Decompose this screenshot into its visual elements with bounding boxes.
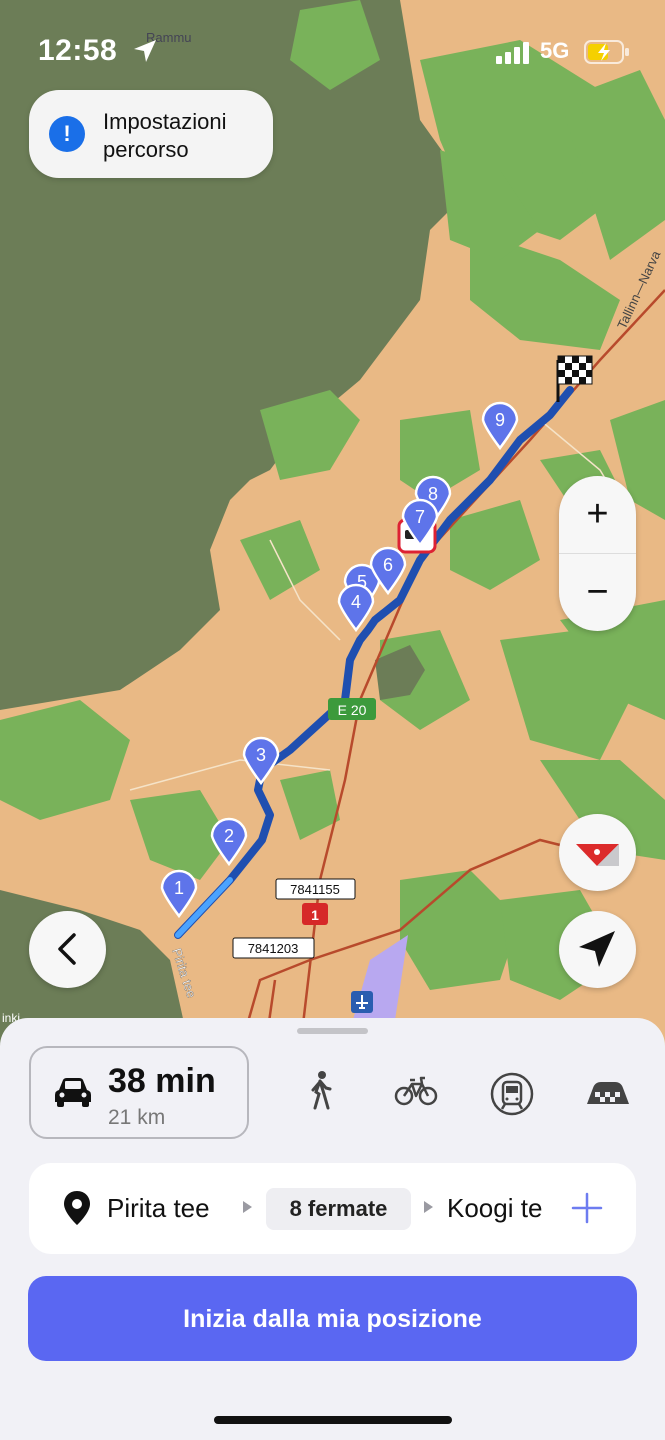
location-services-icon bbox=[134, 40, 156, 62]
taxi-icon[interactable] bbox=[585, 1080, 631, 1106]
mode-car-card[interactable]: 38 min 21 km bbox=[29, 1046, 249, 1139]
zoom-out-button[interactable]: − bbox=[559, 554, 636, 631]
route-summary-row[interactable]: Pirita tee 8 fermate Koogi te bbox=[29, 1163, 636, 1254]
road-badge-e20: E 20 bbox=[338, 702, 367, 718]
compass-icon bbox=[576, 844, 619, 866]
road-badge-7841155: 7841155 bbox=[290, 882, 340, 897]
road-badge-7841203: 7841203 bbox=[248, 941, 299, 956]
car-icon bbox=[55, 1078, 91, 1107]
waypoint-number: 7 bbox=[415, 507, 425, 527]
route-stops-badge[interactable]: 8 fermate bbox=[266, 1188, 411, 1230]
chevron-right-icon bbox=[424, 1201, 433, 1213]
start-navigation-button[interactable]: Inizia dalla mia posizione bbox=[28, 1276, 637, 1361]
travel-duration: 38 min bbox=[108, 1062, 216, 1100]
waypoint-number: 1 bbox=[174, 878, 184, 898]
route-destination[interactable]: Koogi te bbox=[447, 1193, 542, 1224]
battery-charging-icon bbox=[584, 40, 629, 64]
zoom-in-button[interactable]: + bbox=[559, 476, 636, 553]
home-indicator bbox=[214, 1416, 452, 1424]
bike-icon[interactable] bbox=[394, 1070, 438, 1110]
status-time: 12:58 bbox=[38, 34, 118, 67]
sheet-drag-handle[interactable] bbox=[297, 1028, 368, 1034]
route-settings-label: Impostazioni percorso bbox=[103, 109, 227, 162]
waypoint-number: 8 bbox=[428, 484, 438, 504]
airport-icon bbox=[351, 991, 373, 1013]
chevron-right-icon bbox=[243, 1201, 252, 1213]
route-origin[interactable]: Pirita tee bbox=[107, 1193, 210, 1224]
status-bar: 12:58 5G bbox=[0, 0, 665, 100]
waypoint-number: 6 bbox=[383, 555, 393, 575]
travel-distance: 21 km bbox=[108, 1106, 166, 1129]
network-type: 5G bbox=[540, 38, 570, 63]
my-location-button[interactable] bbox=[559, 911, 636, 988]
waypoint-number: 3 bbox=[256, 745, 266, 765]
waypoint-number: 2 bbox=[224, 826, 234, 846]
compass-button[interactable] bbox=[559, 814, 636, 891]
map-pin-icon bbox=[64, 1191, 90, 1225]
back-button[interactable] bbox=[29, 911, 106, 988]
route-settings-button[interactable]: ! Impostazioni percorso bbox=[29, 90, 273, 178]
add-stop-icon[interactable] bbox=[571, 1192, 603, 1224]
transit-icon[interactable] bbox=[490, 1072, 534, 1116]
road-badge-1: 1 bbox=[311, 907, 319, 923]
exclamation-icon: ! bbox=[49, 116, 85, 152]
cellular-signal-icon bbox=[496, 42, 529, 64]
chevron-left-icon bbox=[58, 933, 76, 965]
walk-icon[interactable] bbox=[305, 1070, 335, 1110]
route-bottom-sheet: 38 min 21 km Pirita tee 8 fermate Koogi … bbox=[0, 1018, 665, 1440]
zoom-control: + − bbox=[559, 476, 636, 631]
navigation-arrow-icon bbox=[579, 931, 615, 967]
waypoint-number: 9 bbox=[495, 410, 505, 430]
waypoint-number: 4 bbox=[351, 592, 361, 612]
